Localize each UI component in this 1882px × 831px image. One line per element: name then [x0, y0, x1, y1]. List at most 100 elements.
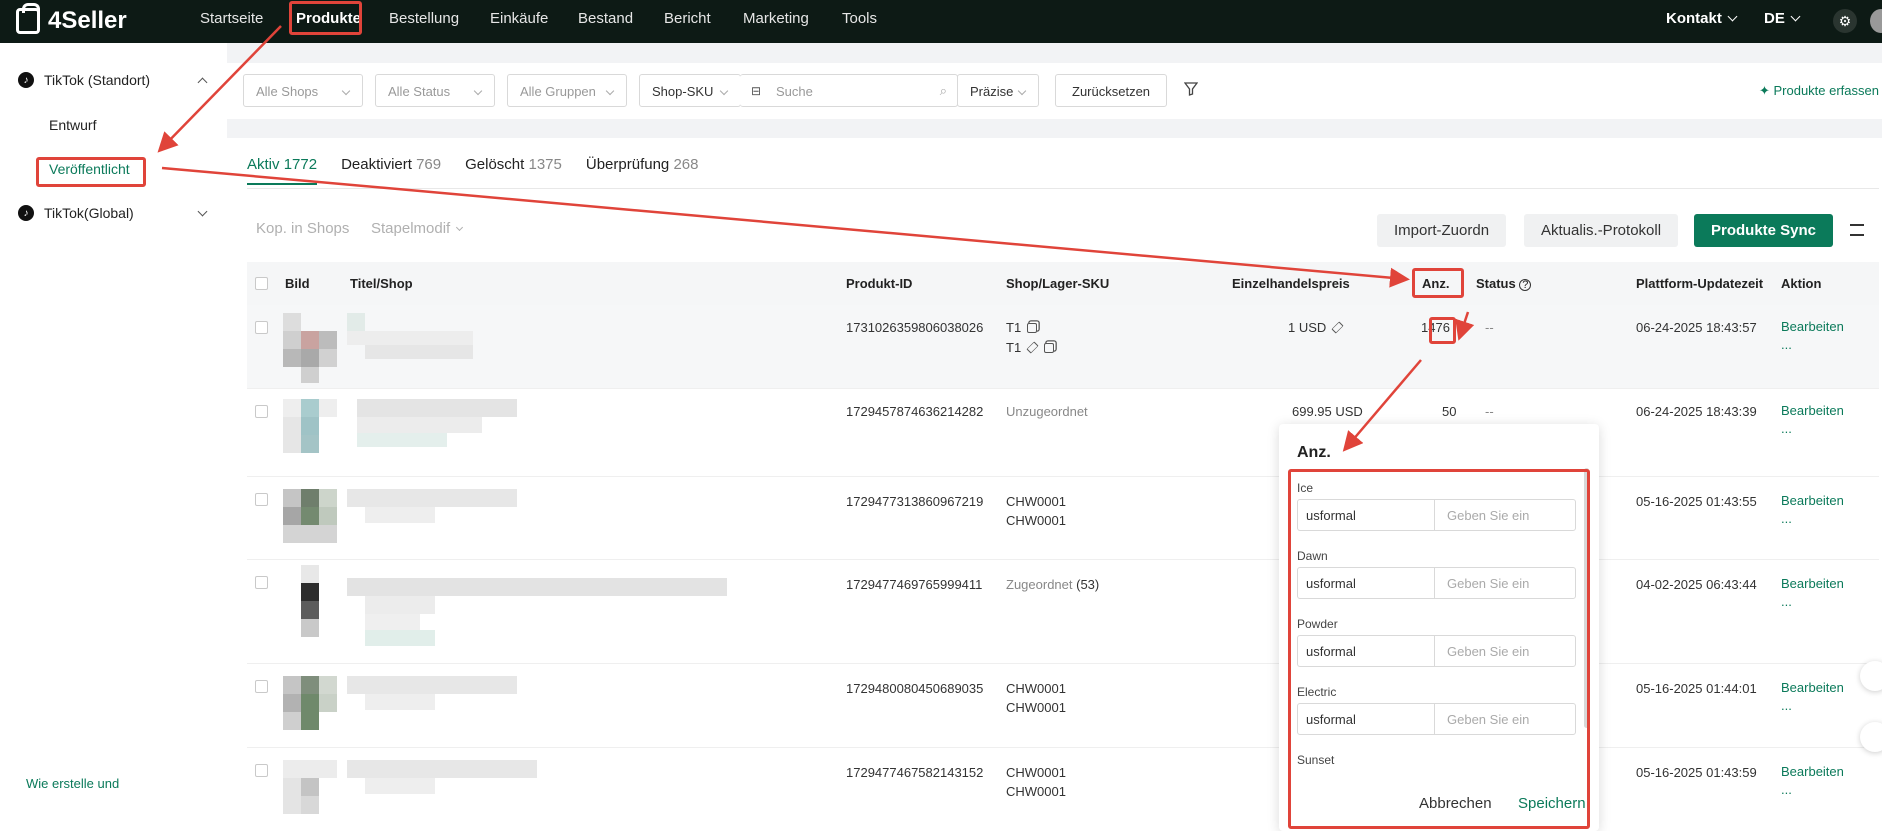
sidebar-item-draft[interactable]: Entwurf: [49, 117, 96, 133]
row-checkbox[interactable]: [255, 321, 268, 334]
price: 699.95 USD: [1292, 404, 1363, 419]
select-all-checkbox[interactable]: [255, 277, 268, 290]
filter-icon[interactable]: [1184, 82, 1198, 96]
nav-bestellung[interactable]: Bestellung: [389, 10, 459, 27]
match-select-value: Präzise: [970, 84, 1014, 99]
row-checkbox[interactable]: [255, 576, 268, 589]
tab-active[interactable]: Aktiv 1772: [247, 156, 318, 185]
edit-icon[interactable]: [1026, 341, 1039, 354]
tab-review[interactable]: Überprüfung 268: [586, 156, 699, 185]
language-menu[interactable]: DE: [1764, 10, 1801, 27]
edit-link[interactable]: Bearbeiten: [1781, 317, 1844, 336]
sidebar-group-tiktok-global[interactable]: ♪ TikTok(Global): [18, 205, 134, 221]
tiktok-icon: ♪: [18, 72, 34, 88]
product-title-blurred: [347, 489, 517, 529]
edit-link[interactable]: Bearbeiten: [1781, 491, 1844, 510]
sync-products-button[interactable]: Produkte Sync: [1694, 214, 1834, 247]
more-actions[interactable]: ...: [1781, 780, 1792, 799]
copy-icon[interactable]: [1027, 323, 1038, 333]
edit-link[interactable]: Bearbeiten: [1781, 678, 1844, 697]
chat-icon[interactable]: [1860, 661, 1882, 691]
contact-menu[interactable]: Kontakt: [1666, 10, 1738, 27]
avatar[interactable]: [1870, 9, 1882, 33]
table-row[interactable]: 1729457874636214282 Unzugeordnet 699.95 …: [247, 389, 1879, 477]
batch-edit-label: Stapelmodif: [371, 220, 451, 237]
help-link[interactable]: Wie erstelle und: [26, 776, 119, 791]
top-nav: 4Seller Startseite Produkte Bestellung E…: [0, 0, 1882, 43]
match-select[interactable]: Präzise: [957, 74, 1039, 107]
group-select[interactable]: Alle Gruppen: [507, 74, 627, 107]
tab-deleted[interactable]: Gelöscht 1375: [465, 156, 562, 185]
more-actions[interactable]: ...: [1781, 696, 1792, 715]
more-actions[interactable]: ...: [1781, 509, 1792, 528]
batch-edit-button[interactable]: Stapelmodif: [371, 220, 464, 237]
search-input[interactable]: ⊟ Suche ⌕: [740, 74, 958, 107]
nav-bericht[interactable]: Bericht: [664, 10, 711, 27]
product-id: 1729477469765999411: [846, 577, 983, 592]
nav-einkaeufe[interactable]: Einkäufe: [490, 10, 548, 27]
help-icon[interactable]: ?: [1519, 279, 1532, 291]
update-log-button[interactable]: Aktualis.-Protokoll: [1524, 214, 1679, 247]
shop-select[interactable]: Alle Shops: [243, 74, 363, 107]
product-title-blurred: [347, 313, 473, 363]
row-checkbox[interactable]: [255, 405, 268, 418]
sparkle-icon: ✦: [1758, 83, 1774, 98]
more-actions[interactable]: ...: [1781, 592, 1792, 611]
row-checkbox[interactable]: [255, 764, 268, 777]
warehouse-sku: T1: [1006, 340, 1055, 355]
nav-marketing[interactable]: Marketing: [743, 10, 809, 27]
import-mapping-button[interactable]: Import-Zuordn: [1377, 214, 1507, 247]
table-row[interactable]: 1729480080450689035 CHW0001 CHW0001 05-1…: [247, 664, 1879, 748]
reset-button[interactable]: Zurücksetzen: [1055, 74, 1168, 107]
edit-price-icon[interactable]: [1331, 321, 1344, 334]
nav-tools[interactable]: Tools: [842, 10, 877, 27]
collect-products-link[interactable]: ✦ Produkte erfassen: [1759, 83, 1879, 99]
nav-startseite[interactable]: Startseite: [200, 10, 263, 27]
table-row[interactable]: 1731026359806038026 T1 T1 1 USD 1476 -- …: [247, 305, 1879, 389]
chevron-up-icon[interactable]: [197, 77, 208, 88]
search-field-select[interactable]: Shop-SKU: [639, 74, 741, 107]
product-thumbnail: [283, 399, 337, 455]
gear-icon[interactable]: ⚙: [1833, 9, 1857, 33]
chevron-down-icon[interactable]: [197, 206, 208, 217]
column-settings-icon[interactable]: [1850, 224, 1864, 236]
tab-count: 769: [416, 156, 442, 173]
chevron-down-icon: [1017, 86, 1027, 96]
copy-to-shops-button[interactable]: Kop. in Shops: [256, 220, 349, 237]
updated-time: 04-02-2025 06:43:44: [1636, 577, 1757, 592]
row-checkbox[interactable]: [255, 493, 268, 506]
more-actions[interactable]: ...: [1781, 335, 1792, 354]
tab-deactivated[interactable]: Deaktiviert 769: [341, 156, 441, 185]
more-actions[interactable]: ...: [1781, 419, 1792, 438]
sidebar-group-tiktok-local[interactable]: ♪ TikTok (Standort): [18, 72, 150, 88]
highlight-box-edit-qty: [1429, 317, 1456, 344]
search-scope-icon: ⊟: [751, 84, 762, 98]
copy-icon[interactable]: [1044, 343, 1055, 353]
chevron-down-icon: [605, 86, 615, 96]
shop-sku: CHW0001: [1006, 681, 1066, 696]
updated-time: 06-24-2025 18:43:39: [1636, 404, 1757, 419]
chevron-down-icon: [1790, 11, 1801, 22]
status: --: [1485, 404, 1494, 419]
table-row[interactable]: 1729477467582143152 CHW0001 CHW0001 05-1…: [247, 748, 1879, 831]
edit-link[interactable]: Bearbeiten: [1781, 574, 1844, 593]
table-row[interactable]: 1729477469765999411 Zugeordnet (53) 04-0…: [247, 560, 1879, 664]
nav-bestand[interactable]: Bestand: [578, 10, 633, 27]
brand-logo[interactable]: 4Seller: [16, 3, 127, 35]
edit-quantity-icon[interactable]: [1457, 322, 1470, 335]
edit-link[interactable]: Bearbeiten: [1781, 401, 1844, 420]
tab-divider: [247, 188, 1879, 189]
search-icon[interactable]: ⌕: [940, 83, 947, 99]
table-row[interactable]: 1729477313860967219 CHW0001 CHW0001 05-1…: [247, 477, 1879, 560]
updated-time: 05-16-2025 01:44:01: [1636, 681, 1757, 696]
message-icon[interactable]: [1860, 722, 1882, 752]
product-id: 1729477313860967219: [846, 494, 984, 509]
row-checkbox[interactable]: [255, 680, 268, 693]
edit-link[interactable]: Bearbeiten: [1781, 762, 1844, 781]
status-select[interactable]: Alle Status: [375, 74, 495, 107]
contact-label: Kontakt: [1666, 10, 1722, 27]
shop-sku: CHW0001: [1006, 765, 1066, 780]
chevron-down-icon: [719, 86, 729, 96]
chevron-down-icon: [473, 86, 483, 96]
search-placeholder: Suche: [776, 84, 813, 99]
